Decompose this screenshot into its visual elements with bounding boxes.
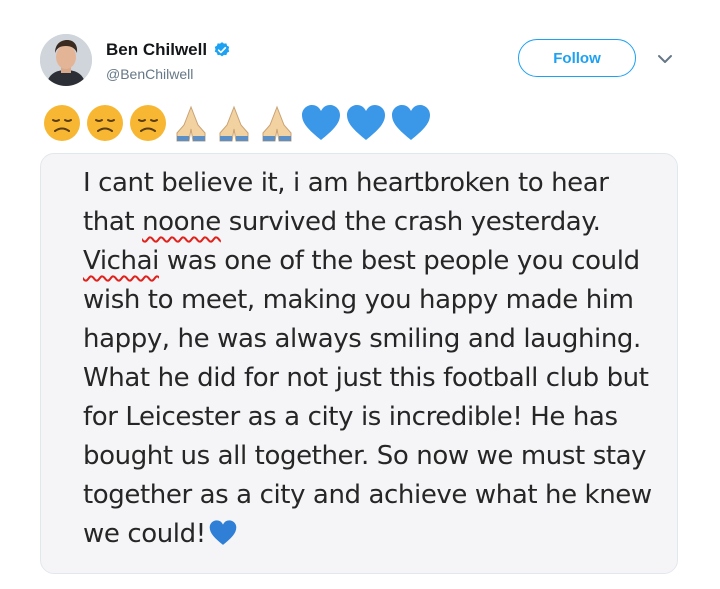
disappointed-face-icon: [87, 105, 123, 141]
misspelled-word: noone: [142, 207, 221, 237]
statement-line: happy, he was always smiling and laughin…: [83, 324, 641, 354]
disappointed-face-icon: [44, 105, 80, 141]
statement-line: bought us all together. So now we must s…: [83, 441, 647, 471]
statement-line: wish to meet, making you happy made him: [83, 285, 634, 315]
disappointed-face-icon: [130, 105, 166, 141]
emoji-row: [42, 102, 435, 144]
statement-line: I cant believe it, i am heartbroken to h…: [83, 168, 609, 198]
avatar-photo: [40, 34, 92, 86]
statement-line: that noone survived the crash yesterday.: [83, 203, 663, 242]
statement-fragment: was one of the best people you could: [158, 246, 640, 276]
statement-fragment: that: [83, 207, 143, 237]
misspelled-word: Vichai: [83, 246, 159, 276]
blue-heart-icon: [347, 105, 385, 140]
folded-hands-icon: [219, 105, 249, 142]
display-name[interactable]: Ben Chilwell: [106, 40, 207, 60]
blue-heart-icon: [302, 105, 340, 140]
chevron-down-icon[interactable]: [656, 50, 674, 68]
statement-line: we could!: [83, 515, 663, 554]
tweet-image[interactable]: I cant believe it, i am heartbroken to h…: [40, 153, 678, 574]
statement-line: Vichai was one of the best people you co…: [83, 242, 663, 281]
blue-heart-icon: [209, 520, 237, 545]
tweet-card: Ben Chilwell @BenChilwell Follow I cant …: [0, 0, 720, 589]
folded-hands-icon: [262, 105, 292, 142]
statement-line: for Leicester as a city is incredible! H…: [83, 402, 618, 432]
handle[interactable]: @BenChilwell: [106, 66, 193, 82]
follow-button[interactable]: Follow: [518, 39, 636, 77]
avatar[interactable]: [40, 34, 92, 86]
author-name-row: Ben Chilwell: [106, 40, 231, 60]
tweet-header: Ben Chilwell @BenChilwell Follow: [40, 34, 690, 90]
statement-text: I cant believe it, i am heartbroken to h…: [83, 164, 663, 554]
folded-hands-icon: [176, 105, 206, 142]
statement-line: What he did for not just this football c…: [83, 363, 649, 393]
verified-badge-icon: [214, 42, 230, 57]
blue-heart-icon: [392, 105, 430, 140]
statement-line: together as a city and achieve what he k…: [83, 480, 652, 510]
statement-fragment: we could!: [83, 519, 206, 549]
statement-fragment: survived the crash yesterday.: [220, 207, 601, 237]
